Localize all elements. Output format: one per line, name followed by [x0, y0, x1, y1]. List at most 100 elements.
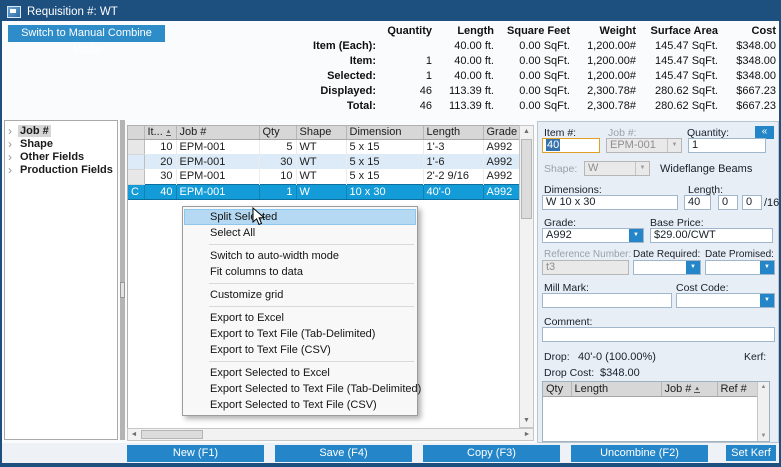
- uncombine-button[interactable]: Uncombine (F2): [571, 445, 708, 462]
- grid-column-header-grade[interactable]: Grade: [483, 126, 519, 139]
- grid-column-header-job[interactable]: Job #: [176, 126, 259, 139]
- menu-item-export-selected-text-tab[interactable]: Export Selected to Text File (Tab-Delimi…: [184, 381, 416, 397]
- cell-length[interactable]: 1'-6: [423, 154, 483, 169]
- scroll-down-icon[interactable]: ▼: [758, 431, 769, 441]
- cut-list-scrollbar[interactable]: ▲ ▼: [757, 382, 769, 441]
- date-promised-combobox[interactable]: ▼: [705, 260, 775, 275]
- dropdown-arrow-icon[interactable]: ▼: [760, 294, 774, 307]
- cell-grade[interactable]: A992: [483, 169, 519, 184]
- menu-item-export-excel[interactable]: Export to Excel: [184, 310, 416, 326]
- cut-list-header-ref[interactable]: Ref #: [717, 382, 757, 396]
- menu-item-export-text-tab[interactable]: Export to Text File (Tab-Delimited): [184, 326, 416, 342]
- scroll-up-icon[interactable]: ▲: [520, 126, 533, 138]
- cell-shape[interactable]: WT: [296, 154, 346, 169]
- cell-length[interactable]: 40'-0: [423, 184, 483, 199]
- grid-row[interactable]: 30 EPM-001 10 WT 5 x 15 2'-2 9/16 A992: [128, 169, 519, 184]
- reference-number-field[interactable]: t3: [542, 260, 629, 275]
- cell-length[interactable]: 1'-3: [423, 139, 483, 154]
- cell-dimension[interactable]: 5 x 15: [346, 169, 423, 184]
- length-fraction-field[interactable]: 0: [742, 195, 762, 210]
- cell-qty[interactable]: 10: [259, 169, 296, 184]
- grid-column-header-row-selector[interactable]: [128, 126, 144, 139]
- cell-grade[interactable]: A992: [483, 139, 519, 154]
- dropdown-arrow-icon[interactable]: ▼: [667, 139, 681, 152]
- chevron-right-icon[interactable]: ›: [8, 126, 18, 136]
- scroll-left-icon[interactable]: ◄: [128, 429, 140, 440]
- cell-qty[interactable]: 30: [259, 154, 296, 169]
- tree-item-shape[interactable]: › Shape: [8, 137, 117, 150]
- menu-item-export-selected-excel[interactable]: Export Selected to Excel: [184, 365, 416, 381]
- cell-qty[interactable]: 5: [259, 139, 296, 154]
- scroll-up-icon[interactable]: ▲: [758, 382, 769, 392]
- menu-item-export-text-csv[interactable]: Export to Text File (CSV): [184, 342, 416, 358]
- item-number-field[interactable]: 40: [542, 138, 600, 153]
- cell-qty[interactable]: 1: [259, 184, 296, 199]
- cell-dimension[interactable]: 5 x 15: [346, 139, 423, 154]
- grid-column-header-qty[interactable]: Qty: [259, 126, 296, 139]
- cost-code-combobox[interactable]: ▼: [676, 293, 775, 308]
- base-price-field[interactable]: $29.00/CWT: [650, 228, 773, 243]
- grid-column-header-label[interactable]: It...: [148, 126, 163, 138]
- grid-vertical-scrollbar[interactable]: ▲ ▼: [519, 125, 534, 428]
- cell-job[interactable]: EPM-001: [176, 139, 259, 154]
- chevron-right-icon[interactable]: ›: [8, 165, 18, 175]
- cell-shape[interactable]: WT: [296, 169, 346, 184]
- tree-item-production-fields[interactable]: › Production Fields: [8, 163, 117, 176]
- menu-item-export-selected-text-csv[interactable]: Export Selected to Text File (CSV): [184, 397, 416, 413]
- quantity-field[interactable]: 1: [688, 138, 766, 153]
- tree-item-label[interactable]: Shape: [18, 138, 55, 150]
- grid-row[interactable]: 20 EPM-001 30 WT 5 x 15 1'-6 A992: [128, 154, 519, 169]
- dimensions-field[interactable]: W 10 x 30: [542, 195, 678, 210]
- chevron-right-icon[interactable]: ›: [8, 139, 18, 149]
- mill-mark-field[interactable]: [542, 293, 672, 308]
- tree-item-job-number[interactable]: › Job #: [8, 124, 117, 137]
- grid-row-selected[interactable]: C 40 EPM-001 1 W 10 x 30 40'-0 A992: [128, 184, 519, 199]
- grid-column-header-shape[interactable]: Shape: [296, 126, 346, 139]
- cell-item[interactable]: 30: [144, 169, 176, 184]
- row-marker-cell[interactable]: [128, 169, 144, 184]
- horizontal-scroll-thumb[interactable]: [141, 430, 203, 439]
- cell-grade[interactable]: A992: [483, 184, 519, 199]
- cut-list-header-length[interactable]: Length: [571, 382, 661, 396]
- cell-shape[interactable]: WT: [296, 139, 346, 154]
- cell-item[interactable]: 20: [144, 154, 176, 169]
- cut-list-header-job[interactable]: Job #▴: [661, 382, 717, 396]
- set-kerf-button[interactable]: Set Kerf: [726, 445, 776, 461]
- tree-grid-splitter[interactable]: [120, 120, 125, 440]
- menu-item-select-all[interactable]: Select All: [184, 225, 416, 241]
- tree-item-other-fields[interactable]: › Other Fields: [8, 150, 117, 163]
- grid-column-header-dimension[interactable]: Dimension: [346, 126, 423, 139]
- copy-button[interactable]: Copy (F3): [423, 445, 560, 462]
- job-number-combobox[interactable]: EPM-001 ▼: [606, 138, 682, 153]
- grade-combobox[interactable]: A992 ▼: [542, 228, 644, 243]
- cell-job[interactable]: EPM-001: [176, 154, 259, 169]
- scroll-right-icon[interactable]: ►: [521, 429, 533, 440]
- grid-horizontal-scrollbar[interactable]: ◄ ►: [127, 428, 534, 441]
- menu-item-fit-columns[interactable]: Fit columns to data: [184, 264, 416, 280]
- chevron-right-icon[interactable]: ›: [8, 152, 18, 162]
- new-button[interactable]: New (F1): [127, 445, 264, 462]
- menu-item-split-selected[interactable]: Split Selected: [184, 209, 416, 225]
- row-marker-cell[interactable]: [128, 139, 144, 154]
- dropdown-arrow-icon[interactable]: ▼: [686, 261, 700, 274]
- switch-combine-mode-button[interactable]: Switch to Manual Combine Mode: [8, 25, 165, 42]
- shape-combobox[interactable]: W ▼: [584, 161, 650, 176]
- cell-dimension[interactable]: 5 x 15: [346, 154, 423, 169]
- splitter-grip-handle[interactable]: [120, 282, 125, 298]
- dropdown-arrow-icon[interactable]: ▼: [629, 229, 643, 242]
- dropdown-arrow-icon[interactable]: ▼: [760, 261, 774, 274]
- row-marker-cell[interactable]: [128, 154, 144, 169]
- cut-list-header-label[interactable]: Job #: [665, 383, 692, 395]
- cell-item[interactable]: 10: [144, 139, 176, 154]
- date-required-combobox[interactable]: ▼: [633, 260, 701, 275]
- tree-item-label[interactable]: Job #: [18, 125, 51, 137]
- scroll-down-icon[interactable]: ▼: [520, 415, 533, 427]
- dropdown-arrow-icon[interactable]: ▼: [635, 162, 649, 175]
- tree-item-label[interactable]: Other Fields: [18, 151, 86, 163]
- vertical-scroll-thumb[interactable]: [521, 139, 532, 219]
- length-feet-field[interactable]: 40: [684, 195, 711, 210]
- length-inches-field[interactable]: 0: [718, 195, 738, 210]
- cell-grade[interactable]: A992: [483, 154, 519, 169]
- cell-item[interactable]: 40: [144, 184, 176, 199]
- menu-item-auto-width-mode[interactable]: Switch to auto-width mode: [184, 248, 416, 264]
